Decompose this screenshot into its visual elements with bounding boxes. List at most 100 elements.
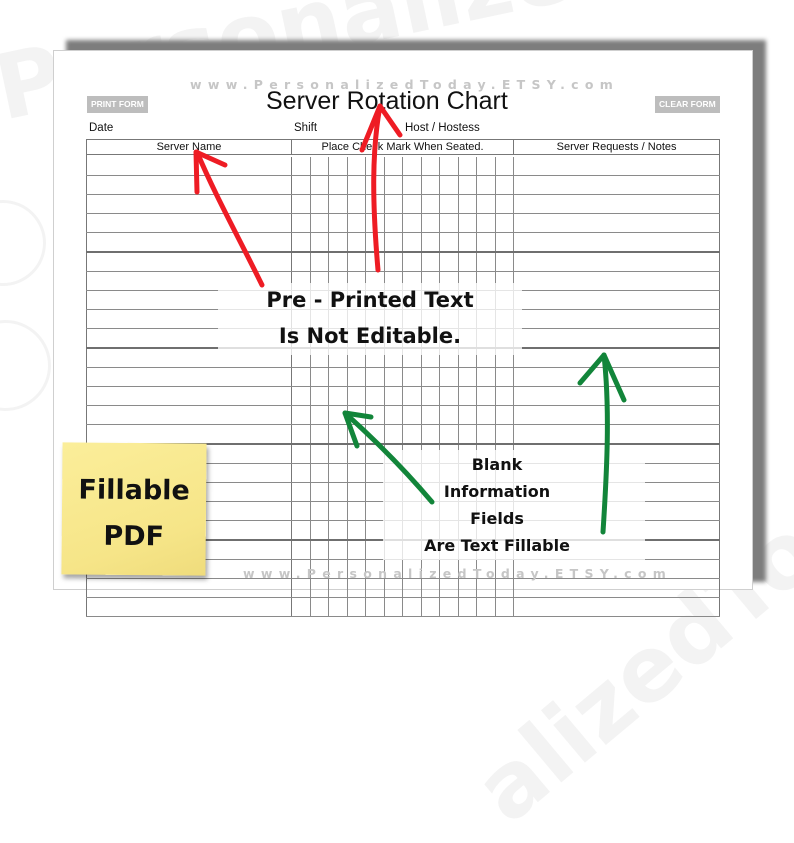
check-mark-cell[interactable] <box>365 520 385 541</box>
check-mark-cell[interactable] <box>458 597 477 617</box>
check-mark-cell[interactable] <box>291 213 311 233</box>
check-mark-cell[interactable] <box>291 405 311 425</box>
check-mark-cell[interactable] <box>347 213 366 233</box>
check-mark-cell[interactable] <box>347 367 366 387</box>
check-mark-cell[interactable] <box>495 213 515 233</box>
check-mark-cell[interactable] <box>347 424 366 445</box>
check-mark-cell[interactable] <box>328 482 348 502</box>
check-mark-cell[interactable] <box>384 232 403 253</box>
check-mark-cell[interactable] <box>328 386 348 406</box>
check-mark-cell[interactable] <box>439 597 459 617</box>
check-mark-cell[interactable] <box>402 386 422 406</box>
check-mark-cell[interactable] <box>439 194 459 214</box>
notes-input[interactable] <box>514 329 720 348</box>
check-mark-cell[interactable] <box>365 540 385 560</box>
check-mark-cell[interactable] <box>347 482 366 502</box>
check-mark-cell[interactable] <box>310 232 329 253</box>
check-mark-cell[interactable] <box>476 405 496 425</box>
check-mark-cell[interactable] <box>476 597 496 617</box>
check-mark-cell[interactable] <box>384 405 403 425</box>
check-mark-cell[interactable] <box>439 367 459 387</box>
check-mark-cell[interactable] <box>328 252 348 272</box>
server-name-input[interactable] <box>87 214 291 233</box>
check-mark-cell[interactable] <box>495 194 515 214</box>
notes-input[interactable] <box>514 291 720 310</box>
notes-cell[interactable] <box>513 578 721 598</box>
check-mark-cell[interactable] <box>421 424 440 445</box>
check-mark-cell[interactable] <box>384 367 403 387</box>
check-mark-cell[interactable] <box>384 157 403 176</box>
notes-input[interactable] <box>514 310 720 329</box>
notes-input[interactable] <box>514 157 720 176</box>
notes-input[interactable] <box>514 253 720 272</box>
check-mark-cell[interactable] <box>402 424 422 445</box>
check-mark-cell[interactable] <box>458 213 477 233</box>
notes-cell[interactable] <box>513 309 721 329</box>
check-mark-cell[interactable] <box>458 386 477 406</box>
server-name-input[interactable] <box>87 598 291 617</box>
check-mark-cell[interactable] <box>328 578 348 598</box>
notes-input[interactable] <box>514 214 720 233</box>
check-mark-cell[interactable] <box>495 578 515 598</box>
check-mark-cell[interactable] <box>439 578 459 598</box>
check-mark-cell[interactable] <box>439 252 459 272</box>
check-mark-cell[interactable] <box>310 597 329 617</box>
server-name-cell[interactable] <box>86 597 292 617</box>
check-mark-cell[interactable] <box>310 252 329 272</box>
check-mark-cell[interactable] <box>328 463 348 483</box>
check-mark-cell[interactable] <box>310 540 329 560</box>
server-name-cell[interactable] <box>86 578 292 598</box>
check-mark-cell[interactable] <box>291 540 311 560</box>
check-mark-cell[interactable] <box>365 232 385 253</box>
check-mark-cell[interactable] <box>365 597 385 617</box>
check-mark-cell[interactable] <box>402 213 422 233</box>
check-mark-cell[interactable] <box>365 386 385 406</box>
check-mark-cell[interactable] <box>402 367 422 387</box>
notes-input[interactable] <box>514 176 720 195</box>
check-mark-cell[interactable] <box>458 232 477 253</box>
notes-cell[interactable] <box>513 290 721 310</box>
server-name-cell[interactable] <box>86 157 292 176</box>
check-mark-cell[interactable] <box>310 405 329 425</box>
notes-cell[interactable] <box>513 405 721 425</box>
check-mark-cell[interactable] <box>384 386 403 406</box>
check-mark-cell[interactable] <box>347 597 366 617</box>
check-mark-cell[interactable] <box>495 232 515 253</box>
check-mark-cell[interactable] <box>476 424 496 445</box>
check-mark-cell[interactable] <box>310 213 329 233</box>
notes-cell[interactable] <box>513 348 721 368</box>
notes-input[interactable] <box>514 368 720 387</box>
check-mark-cell[interactable] <box>421 232 440 253</box>
check-mark-cell[interactable] <box>495 252 515 272</box>
check-mark-cell[interactable] <box>328 520 348 541</box>
check-mark-cell[interactable] <box>310 482 329 502</box>
notes-cell[interactable] <box>513 386 721 406</box>
check-mark-cell[interactable] <box>476 252 496 272</box>
server-name-cell[interactable] <box>86 175 292 195</box>
check-mark-cell[interactable] <box>439 157 459 176</box>
check-mark-cell[interactable] <box>402 597 422 617</box>
check-mark-cell[interactable] <box>439 405 459 425</box>
check-mark-cell[interactable] <box>328 424 348 445</box>
check-mark-cell[interactable] <box>439 175 459 195</box>
clear-form-button[interactable]: CLEAR FORM <box>655 96 720 113</box>
notes-input[interactable] <box>514 425 720 444</box>
check-mark-cell[interactable] <box>328 444 348 464</box>
check-mark-cell[interactable] <box>310 463 329 483</box>
check-mark-cell[interactable] <box>476 232 496 253</box>
check-mark-cell[interactable] <box>365 175 385 195</box>
check-mark-cell[interactable] <box>402 157 422 176</box>
check-mark-cell[interactable] <box>347 157 366 176</box>
check-mark-cell[interactable] <box>421 157 440 176</box>
check-mark-cell[interactable] <box>365 367 385 387</box>
check-mark-cell[interactable] <box>384 597 403 617</box>
check-mark-cell[interactable] <box>310 578 329 598</box>
notes-cell[interactable] <box>513 157 721 176</box>
server-name-cell[interactable] <box>86 386 292 406</box>
notes-cell[interactable] <box>513 175 721 195</box>
check-mark-cell[interactable] <box>365 405 385 425</box>
check-mark-cell[interactable] <box>476 367 496 387</box>
check-mark-cell[interactable] <box>495 386 515 406</box>
check-mark-cell[interactable] <box>421 194 440 214</box>
server-name-input[interactable] <box>87 425 291 444</box>
